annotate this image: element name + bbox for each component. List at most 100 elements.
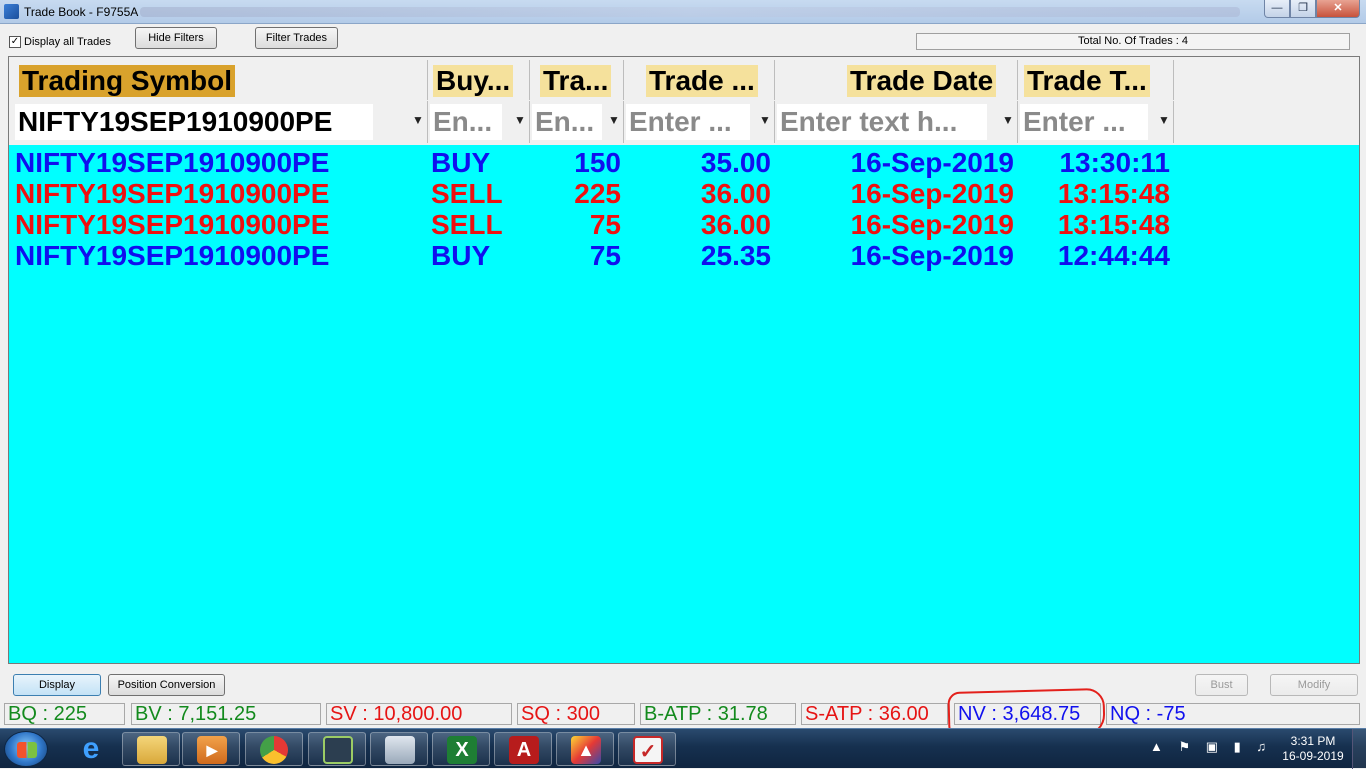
col-header-trade-qty[interactable]: Tra... [530, 60, 624, 100]
window-controls: — ❐ ✕ [1264, 0, 1360, 18]
display-button[interactable]: Display [13, 674, 101, 696]
taskbar-app-box[interactable]: ✓ [618, 732, 676, 766]
col-header-label: Tra... [540, 65, 612, 97]
clock-time: 3:31 PM [1290, 734, 1336, 748]
show-desktop-button[interactable] [1352, 729, 1366, 769]
cell-symbol: NIFTY19SEP1910900PE [15, 240, 330, 271]
filter-funnel-icon[interactable]: ▼ [412, 113, 424, 127]
cell-time: 13:15:48 [1057, 209, 1170, 240]
cell-side: SELL [431, 209, 503, 240]
summary-status-bar: BQ : 225 BV : 7,151.25 SV : 10,800.00 SQ… [0, 702, 1366, 726]
filter-trades-button[interactable]: Filter Trades [255, 27, 338, 49]
cell-qty: 150 [574, 147, 621, 178]
status-buy-qty: BQ : 225 [4, 703, 125, 725]
app-a-icon: ▲ [571, 736, 601, 764]
col-header-label: Trading Symbol [19, 65, 236, 97]
col-header-trade-time[interactable]: Trade T... [1018, 60, 1174, 100]
system-tray-icons[interactable]: ▲ ⚑ ▣ ▮ ♫ [1150, 739, 1272, 755]
filter-buy-sell: En... ▼ [428, 101, 530, 143]
filter-funnel-icon[interactable]: ▼ [608, 113, 620, 127]
col-header-label: Buy... [433, 65, 514, 97]
position-conversion-button[interactable]: Position Conversion [108, 674, 225, 696]
hide-filters-button[interactable]: Hide Filters [135, 27, 217, 49]
bust-button[interactable]: Bust [1195, 674, 1248, 696]
taskbar-calculator[interactable] [370, 732, 428, 766]
filter-input-buy-sell[interactable]: En... [430, 104, 502, 140]
col-header-trade-price[interactable]: Trade ... [624, 60, 775, 100]
filter-input-trade-price[interactable]: Enter ... [626, 104, 750, 140]
media-player-icon: ▶ [197, 736, 227, 764]
cell-symbol: NIFTY19SEP1910900PE [15, 178, 330, 209]
filter-funnel-icon[interactable]: ▼ [514, 113, 526, 127]
maximize-button[interactable]: ❐ [1290, 0, 1316, 18]
cell-symbol: NIFTY19SEP1910900PE [15, 209, 330, 240]
cell-price: 36.00 [700, 178, 771, 209]
cell-qty: 75 [589, 209, 621, 240]
title-bar: Trade Book - F9755A — ❐ ✕ [0, 0, 1366, 24]
clock-date: 16-09-2019 [1282, 749, 1344, 763]
minimize-button[interactable]: — [1264, 0, 1290, 18]
total-trades-display: Total No. Of Trades : 4 [916, 33, 1350, 50]
filter-input-trading-symbol[interactable]: NIFTY19SEP1910900PE [15, 104, 373, 140]
filter-funnel-icon[interactable]: ▼ [759, 113, 771, 127]
blurred-title-info [140, 7, 1240, 17]
filter-funnel-icon[interactable]: ▼ [1002, 113, 1014, 127]
windows-taskbar: e ▶ X A ▲ ✓ ▲ ⚑ ▣ ▮ ♫ 3:31 PM 16-09-2019 [0, 728, 1366, 769]
table-row[interactable]: NIFTY19SEP1910900PE BUY 75 25.35 16-Sep-… [9, 240, 1359, 271]
taskbar-trading-app[interactable] [308, 732, 366, 766]
file-explorer-icon [137, 736, 167, 764]
col-header-label: Trade ... [646, 65, 758, 97]
filter-input-trade-date[interactable]: Enter text h... [777, 104, 987, 140]
col-header-buy-sell[interactable]: Buy... [428, 60, 530, 100]
trading-app-icon [323, 736, 353, 764]
acrobat-icon: A [509, 736, 539, 764]
cell-qty: 225 [574, 178, 621, 209]
col-header-trading-symbol[interactable]: Trading Symbol [15, 60, 428, 100]
trade-grid: Trading Symbol Buy... Tra... Trade ... T… [8, 56, 1360, 664]
taskbar-chrome[interactable] [245, 732, 303, 766]
close-button[interactable]: ✕ [1316, 0, 1360, 18]
col-header-label: Trade Date [847, 65, 997, 97]
filter-trade-date: Enter text h... ▼ [775, 101, 1018, 143]
window-title: Trade Book - F9755A [24, 5, 139, 19]
cell-time: 12:44:44 [1057, 240, 1170, 271]
table-row[interactable]: NIFTY19SEP1910900PE SELL 225 36.00 16-Se… [9, 178, 1359, 209]
cell-date: 16-Sep-2019 [850, 178, 1014, 209]
cell-time: 13:15:48 [1057, 178, 1170, 209]
table-row[interactable]: NIFTY19SEP1910900PE SELL 75 36.00 16-Sep… [9, 209, 1359, 240]
filter-trading-symbol: NIFTY19SEP1910900PE ▼ [15, 101, 428, 143]
filter-trade-time: Enter ... ▼ [1018, 101, 1174, 143]
status-net-qty: NQ : -75 [1106, 703, 1360, 725]
toolbar: ✓ Display all Trades Hide Filters Filter… [0, 24, 1366, 56]
app-icon [4, 4, 19, 19]
cell-date: 16-Sep-2019 [850, 240, 1014, 271]
app-box-icon: ✓ [633, 736, 663, 764]
taskbar-clock[interactable]: 3:31 PM 16-09-2019 [1278, 734, 1348, 764]
table-row[interactable]: NIFTY19SEP1910900PE BUY 150 35.00 16-Sep… [9, 147, 1359, 178]
filter-input-trade-time[interactable]: Enter ... [1020, 104, 1148, 140]
taskbar-media[interactable]: ▶ [182, 732, 240, 766]
filter-funnel-icon[interactable]: ▼ [1158, 113, 1170, 127]
col-header-trade-date[interactable]: Trade Date [775, 60, 1018, 100]
status-sell-value: SV : 10,800.00 [326, 703, 512, 725]
status-buy-atp: B-ATP : 31.78 [640, 703, 796, 725]
cell-side: BUY [431, 240, 491, 271]
taskbar-acrobat[interactable]: A [494, 732, 552, 766]
status-sell-qty: SQ : 300 [517, 703, 635, 725]
taskbar-excel[interactable]: X [432, 732, 490, 766]
calculator-icon [385, 736, 415, 764]
taskbar-ie[interactable]: e [62, 732, 120, 766]
start-button[interactable] [4, 731, 48, 767]
cell-price: 35.00 [700, 147, 771, 178]
filter-input-trade-qty[interactable]: En... [532, 104, 602, 140]
cell-qty: 75 [589, 240, 621, 271]
cell-side: SELL [431, 178, 503, 209]
modify-button[interactable]: Modify [1270, 674, 1358, 696]
display-all-trades-checkbox[interactable]: ✓ [9, 36, 21, 48]
status-sell-atp: S-ATP : 36.00 [801, 703, 948, 725]
cell-price: 25.35 [700, 240, 771, 271]
taskbar-app-a[interactable]: ▲ [556, 732, 614, 766]
ie-icon: e [82, 732, 100, 765]
action-bar: Display Position Conversion Bust Modify [0, 668, 1366, 702]
taskbar-explorer[interactable] [122, 732, 180, 766]
